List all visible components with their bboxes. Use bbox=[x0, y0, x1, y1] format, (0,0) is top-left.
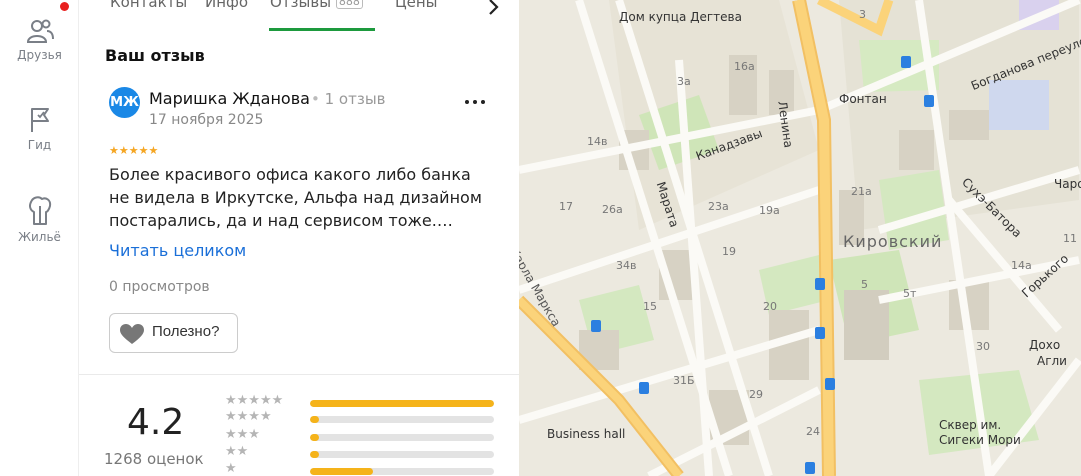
author-review-count: • 1 отзыв bbox=[311, 90, 386, 108]
house-number: 31Б bbox=[673, 374, 695, 387]
rating-count: 1268 оценок bbox=[104, 450, 204, 468]
distribution-bar bbox=[310, 416, 494, 423]
notification-dot bbox=[60, 2, 69, 11]
house-number: 19а bbox=[759, 204, 780, 217]
map-label[interactable]: Фонтан bbox=[839, 92, 887, 106]
distribution-fill bbox=[310, 416, 320, 423]
house-number: 34в bbox=[616, 259, 637, 272]
house-number: 5 bbox=[861, 278, 868, 291]
tab-reviews-label: Отзывы bbox=[270, 0, 332, 11]
friends-icon bbox=[26, 19, 54, 43]
distribution-fill bbox=[310, 400, 494, 407]
map-label[interactable]: Business hall bbox=[547, 427, 625, 441]
house-number: 11 bbox=[1063, 232, 1077, 245]
rail-item-friends[interactable]: Друзья bbox=[0, 18, 79, 62]
house-number: 19 bbox=[722, 245, 736, 258]
place-panel: Контакты Инфо Отзывы 888 Цены Ваш отзыв … bbox=[79, 0, 519, 476]
map-view[interactable]: Дом купца Дегтева Фонтан Ленина Марата К… bbox=[519, 0, 1081, 476]
map-label: Дохо bbox=[1029, 338, 1061, 352]
chevron-right-icon[interactable] bbox=[483, 0, 503, 18]
district-label: Кировский bbox=[843, 232, 943, 251]
rail-label-friends: Друзья bbox=[17, 48, 62, 62]
house-number: 17 bbox=[559, 200, 573, 213]
distribution-bar bbox=[310, 468, 494, 475]
review-date: 17 ноября 2025 bbox=[149, 112, 264, 128]
distribution-fill bbox=[310, 468, 373, 475]
map-label: Агли bbox=[1037, 354, 1067, 368]
your-review-title: Ваш отзыв bbox=[105, 46, 205, 65]
review-text: Более красивого офиса какого либо банка … bbox=[109, 165, 482, 230]
left-rail: Друзья Гид Жильё bbox=[0, 0, 79, 476]
tab-info[interactable]: Инфо bbox=[205, 0, 248, 11]
distribution-fill bbox=[310, 451, 320, 458]
house-number: 26а bbox=[602, 203, 623, 216]
house-number: 16а bbox=[734, 60, 755, 73]
distribution-bar bbox=[310, 451, 494, 458]
tab-bar: Контакты Инфо Отзывы 888 Цены bbox=[79, 0, 519, 31]
map-label: Чарои bbox=[1054, 177, 1081, 191]
house-number: 15 bbox=[643, 300, 657, 313]
meta-separator: • bbox=[311, 90, 325, 108]
tab-contacts[interactable]: Контакты bbox=[110, 0, 187, 11]
house-number: 14а bbox=[1011, 259, 1032, 272]
map-label[interactable]: Дом купца Дегтева bbox=[619, 10, 742, 24]
rail-item-guide[interactable]: Гид bbox=[0, 106, 79, 152]
housing-icon bbox=[28, 196, 51, 225]
more-options-icon[interactable] bbox=[463, 93, 487, 111]
house-number: 5т bbox=[903, 287, 917, 300]
rail-label-guide: Гид bbox=[27, 138, 52, 152]
house-number: 24 bbox=[806, 425, 820, 438]
house-number: 29 bbox=[749, 388, 763, 401]
house-number: 3а bbox=[677, 75, 691, 88]
heart-icon bbox=[120, 324, 144, 344]
house-number: 14в bbox=[587, 135, 608, 148]
useful-label: Полезно? bbox=[152, 323, 220, 340]
author-meta-text: 1 отзыв bbox=[324, 90, 386, 108]
tab-reviews[interactable]: Отзывы 888 bbox=[270, 0, 363, 11]
distribution-fill bbox=[310, 434, 320, 441]
avatar[interactable]: МЖ bbox=[109, 87, 140, 118]
useful-button[interactable]: Полезно? bbox=[109, 313, 238, 353]
distribution-stars: ★★★★★ bbox=[225, 393, 284, 408]
active-tab-indicator bbox=[269, 28, 375, 31]
distribution-stars: ★★★ bbox=[225, 427, 260, 442]
distribution-row-3: ★★★ bbox=[225, 427, 515, 445]
distribution-stars: ★★ bbox=[225, 444, 249, 459]
rail-label-housing: Жильё bbox=[18, 230, 61, 244]
read-more-link[interactable]: Читать целиком bbox=[109, 241, 246, 260]
distribution-stars: ★★★★ bbox=[225, 409, 272, 424]
house-number: 20 bbox=[763, 300, 777, 313]
rating-value: 4.2 bbox=[127, 402, 185, 443]
distribution-row-4: ★★★★ bbox=[225, 409, 515, 427]
house-number: 30 bbox=[976, 340, 990, 353]
map-label[interactable]: Сквер им. Сигеки Мори bbox=[939, 418, 1039, 448]
reviews-count-badge: 888 bbox=[335, 0, 363, 9]
views-count: 0 просмотров bbox=[109, 279, 210, 295]
review-stars: ★★★★★ bbox=[109, 144, 159, 157]
house-number: 21а bbox=[851, 185, 872, 198]
distribution-bar bbox=[310, 400, 494, 407]
distribution-row-1: ★ bbox=[225, 461, 515, 476]
house-number: 3 bbox=[859, 8, 866, 21]
flag-icon bbox=[30, 108, 49, 132]
divider bbox=[79, 374, 519, 375]
author-name[interactable]: Маришка Жданова bbox=[149, 89, 310, 108]
distribution-row-2: ★★ bbox=[225, 444, 515, 462]
rail-item-housing[interactable]: Жильё bbox=[0, 194, 79, 244]
tab-prices[interactable]: Цены bbox=[395, 0, 438, 11]
house-number: 23а bbox=[708, 200, 729, 213]
distribution-stars: ★ bbox=[225, 461, 237, 476]
distribution-bar bbox=[310, 434, 494, 441]
